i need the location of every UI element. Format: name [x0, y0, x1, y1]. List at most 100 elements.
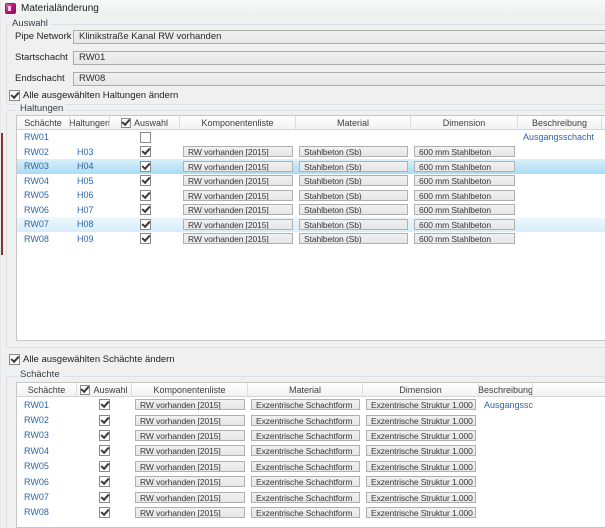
row-checkbox[interactable] — [140, 132, 151, 143]
table-row[interactable]: RW02H03RW vorhanden [2015]Stahlbeton (Sb… — [17, 145, 605, 160]
komponentenliste-field[interactable]: RW vorhanden [2015] — [135, 415, 245, 426]
endschacht-field[interactable]: RW08 — [73, 72, 605, 86]
table-row[interactable]: RW01RW vorhanden [2015]Exzentrische Scha… — [17, 397, 605, 412]
dimension-field[interactable]: 600 mm Stahlbeton — [414, 204, 515, 215]
column-header-komponentenliste[interactable]: Komponentenliste — [180, 116, 296, 130]
dimension-field[interactable]: Exzentrische Struktur 1.000 Durcl — [366, 507, 476, 518]
komponentenliste-field[interactable]: RW vorhanden [2015] — [183, 161, 293, 172]
table-row[interactable]: RW04H05RW vorhanden [2015]Stahlbeton (Sb… — [17, 174, 605, 189]
komponentenliste-field[interactable]: RW vorhanden [2015] — [183, 204, 293, 215]
row-checkbox[interactable] — [99, 476, 110, 487]
column-header-checked[interactable]: Auswahl — [110, 116, 180, 130]
dimension-field[interactable]: 600 mm Stahlbeton — [414, 219, 515, 230]
row-checkbox[interactable] — [140, 146, 151, 157]
dimension-field[interactable]: Exzentrische Struktur 1.000 Durcl — [366, 492, 476, 503]
material-field[interactable]: Exzentrische Schachtform — [251, 430, 360, 441]
material-field[interactable]: Exzentrische Schachtform — [251, 461, 360, 472]
row-checkbox[interactable] — [99, 507, 110, 518]
column-header-beschreibung[interactable]: Beschreibung — [479, 383, 533, 397]
material-field[interactable]: Exzentrische Schachtform — [251, 399, 360, 410]
material-field[interactable]: Exzentrische Schachtform — [251, 492, 360, 503]
titlebar[interactable]: Materialänderung — [1, 0, 605, 17]
column-header-material[interactable]: Material — [296, 116, 411, 130]
komponentenliste-field[interactable]: RW vorhanden [2015] — [183, 175, 293, 186]
komponentenliste-field[interactable]: RW vorhanden [2015] — [135, 461, 245, 472]
row-checkbox[interactable] — [99, 445, 110, 456]
select-all-schaechte-checkbox[interactable] — [9, 354, 20, 365]
column-header-komponentenliste[interactable]: Komponentenliste — [132, 383, 248, 397]
material-field[interactable]: Exzentrische Schachtform — [251, 476, 360, 487]
table-row[interactable]: RW05RW vorhanden [2015]Exzentrische Scha… — [17, 459, 605, 474]
startschacht-field[interactable]: RW01 — [73, 51, 605, 65]
column-header-beschreibung[interactable]: Beschreibung — [518, 116, 602, 130]
table-row[interactable]: RW02RW vorhanden [2015]Exzentrische Scha… — [17, 412, 605, 427]
dimension-field[interactable]: Exzentrische Struktur 1.000 Durcl — [366, 445, 476, 456]
material-field[interactable]: Stahlbeton (Sb) — [299, 219, 408, 230]
column-header-checked[interactable]: Auswahl — [77, 383, 132, 397]
komponentenliste-field[interactable]: RW vorhanden [2015] — [183, 190, 293, 201]
table-row[interactable]: RW07RW vorhanden [2015]Exzentrische Scha… — [17, 489, 605, 504]
komponentenliste-field[interactable]: RW vorhanden [2015] — [183, 219, 293, 230]
row-checkbox[interactable] — [140, 175, 151, 186]
dimension-field[interactable]: 600 mm Stahlbeton — [414, 233, 515, 244]
row-checkbox[interactable] — [99, 461, 110, 472]
table-row[interactable]: RW06RW vorhanden [2015]Exzentrische Scha… — [17, 474, 605, 489]
material-field[interactable]: Exzentrische Schachtform — [251, 445, 360, 456]
material-field[interactable]: Stahlbeton (Sb) — [299, 190, 408, 201]
table-row[interactable]: RW05H06RW vorhanden [2015]Stahlbeton (Sb… — [17, 188, 605, 203]
material-field[interactable]: Stahlbeton (Sb) — [299, 233, 408, 244]
dimension-field[interactable]: 600 mm Stahlbeton — [414, 146, 515, 157]
table-row[interactable]: RW07H08RW vorhanden [2015]Stahlbeton (Sb… — [17, 217, 605, 232]
material-field[interactable]: Stahlbeton (Sb) — [299, 175, 408, 186]
row-checkbox[interactable] — [99, 399, 110, 410]
row-checkbox[interactable] — [140, 204, 151, 215]
material-field[interactable]: Stahlbeton (Sb) — [299, 204, 408, 215]
row-checkbox[interactable] — [140, 190, 151, 201]
pipe-network-field[interactable]: Klinikstraße Kanal RW vorhanden — [73, 30, 605, 44]
select-all-haltungen-checkbox[interactable] — [9, 90, 20, 101]
row-checkbox[interactable] — [99, 430, 110, 441]
table-row[interactable]: RW08H09RW vorhanden [2015]Stahlbeton (Sb… — [17, 232, 605, 247]
table-row[interactable]: RW04RW vorhanden [2015]Exzentrische Scha… — [17, 443, 605, 458]
row-checkbox[interactable] — [140, 219, 151, 230]
column-header-schacht[interactable]: Schächte — [17, 116, 70, 130]
material-field[interactable]: Exzentrische Schachtform — [251, 507, 360, 518]
header-select-all-checkbox[interactable] — [121, 118, 131, 128]
komponentenliste-field[interactable]: RW vorhanden [2015] — [135, 399, 245, 410]
header-select-all-checkbox[interactable] — [80, 385, 90, 395]
material-field[interactable]: Stahlbeton (Sb) — [299, 161, 408, 172]
material-field[interactable]: Stahlbeton (Sb) — [299, 146, 408, 157]
material-field[interactable]: Exzentrische Schachtform — [251, 415, 360, 426]
column-header-haltung[interactable]: Haltungen — [70, 116, 110, 130]
table-row[interactable]: RW01Ausgangsschacht — [17, 130, 605, 145]
haltung-text: H07 — [70, 205, 94, 215]
row-checkbox[interactable] — [99, 415, 110, 426]
row-checkbox[interactable] — [140, 161, 151, 172]
dimension-field[interactable]: 600 mm Stahlbeton — [414, 175, 515, 186]
dimension-field[interactable]: Exzentrische Struktur 1.000 Durcl — [366, 415, 476, 426]
column-header-material[interactable]: Material — [248, 383, 363, 397]
cell-dimension: Exzentrische Struktur 1.000 Durcl — [363, 412, 479, 427]
dimension-field[interactable]: Exzentrische Struktur 1.000 Durcl — [366, 461, 476, 472]
komponentenliste-field[interactable]: RW vorhanden [2015] — [183, 233, 293, 244]
row-checkbox[interactable] — [99, 492, 110, 503]
column-header-dimension[interactable]: Dimension — [363, 383, 479, 397]
dimension-field[interactable]: Exzentrische Struktur 1.000 Durcl — [366, 476, 476, 487]
column-header-dimension[interactable]: Dimension — [411, 116, 518, 130]
dimension-field[interactable]: 600 mm Stahlbeton — [414, 161, 515, 172]
dimension-field[interactable]: Exzentrische Struktur 1.000 Durcl — [366, 430, 476, 441]
table-row[interactable]: RW03H04RW vorhanden [2015]Stahlbeton (Sb… — [17, 159, 605, 174]
dimension-field[interactable]: Exzentrische Struktur 1.000 Durcl — [366, 399, 476, 410]
dimension-field[interactable]: 600 mm Stahlbeton — [414, 190, 515, 201]
komponentenliste-field[interactable]: RW vorhanden [2015] — [135, 492, 245, 503]
komponentenliste-field[interactable]: RW vorhanden [2015] — [135, 430, 245, 441]
komponentenliste-field[interactable]: RW vorhanden [2015] — [135, 476, 245, 487]
table-row[interactable]: RW08RW vorhanden [2015]Exzentrische Scha… — [17, 505, 605, 520]
row-checkbox[interactable] — [140, 233, 151, 244]
table-row[interactable]: RW06H07RW vorhanden [2015]Stahlbeton (Sb… — [17, 203, 605, 218]
komponentenliste-field[interactable]: RW vorhanden [2015] — [135, 507, 245, 518]
table-row[interactable]: RW03RW vorhanden [2015]Exzentrische Scha… — [17, 428, 605, 443]
column-header-schacht[interactable]: Schächte — [17, 383, 77, 397]
komponentenliste-field[interactable]: RW vorhanden [2015] — [135, 445, 245, 456]
komponentenliste-field[interactable]: RW vorhanden [2015] — [183, 146, 293, 157]
